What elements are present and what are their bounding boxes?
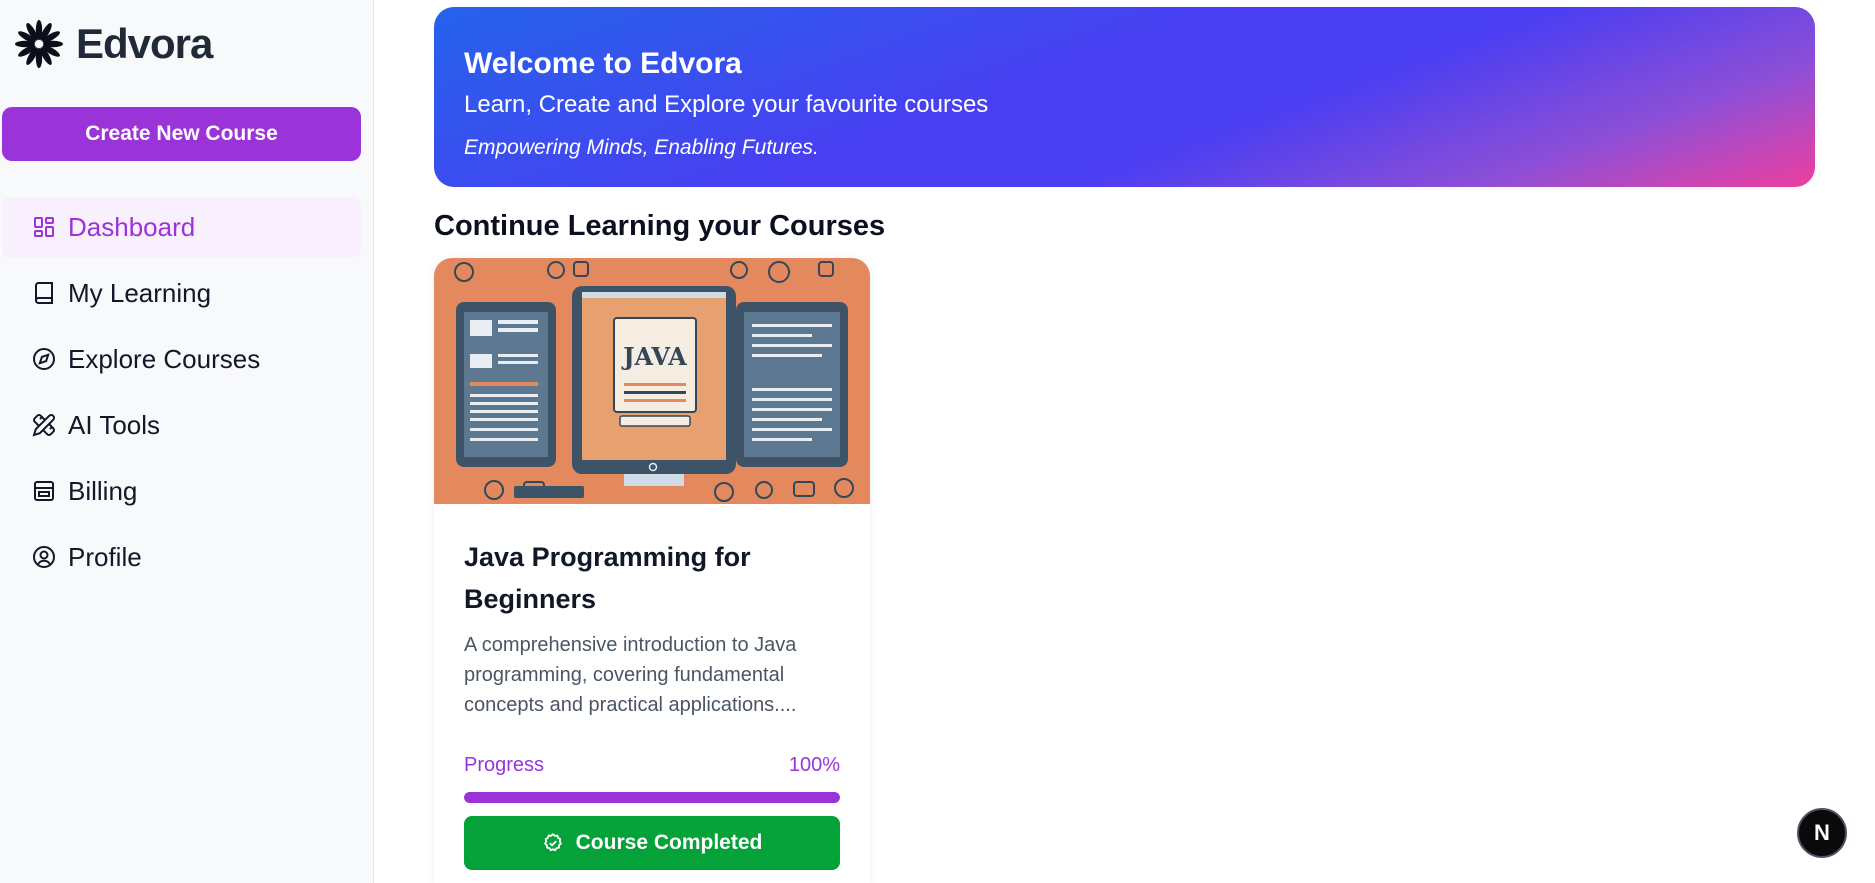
check-circle-icon [543,833,562,852]
wallet-icon [32,479,56,503]
pencil-ruler-icon [32,413,56,437]
sidebar: Edvora Create New Course Dashboard My Le… [0,0,374,883]
thumbnail-java-text: JAVA [621,342,687,371]
sunburst-logo-icon [15,20,63,68]
welcome-banner: Welcome to Edvora Learn, Create and Expl… [434,7,1815,187]
banner-title: Welcome to Edvora [464,47,742,80]
progress-label: Progress [464,754,545,776]
course-description: A comprehensive introduction to Java pro… [464,634,797,716]
sidebar-item-label: AI Tools [68,409,161,440]
sidebar-nav: Dashboard My Learning Explore Courses AI… [2,197,361,593]
create-new-course-button[interactable]: Create New Course [2,107,361,161]
course-card[interactable]: JAVA Java Programming for Beginners A co… [434,258,870,883]
sidebar-item-billing[interactable]: Billing [2,461,361,521]
book-icon [32,281,56,305]
sidebar-item-label: My Learning [68,277,212,308]
course-thumbnail[interactable]: JAVA [434,258,870,504]
dev-tools-badge[interactable]: N [1797,808,1847,858]
sidebar-item-label: Profile [68,541,142,572]
sidebar-item-profile[interactable]: Profile [2,527,361,587]
course-completed-label: Course Completed [575,831,763,854]
sidebar-item-label: Billing [68,475,138,506]
sidebar-item-explore-courses[interactable]: Explore Courses [2,329,361,389]
progress-bar-fill [464,792,840,803]
banner-tagline: Empowering Minds, Enabling Futures. [464,136,819,159]
course-completed-button[interactable]: Course Completed [464,816,840,870]
progress-row: Progress 100% [464,754,840,777]
compass-icon [32,347,56,371]
app-logo[interactable]: Edvora [14,18,213,70]
sidebar-item-my-learning[interactable]: My Learning [2,263,361,323]
user-circle-icon [32,545,56,569]
sidebar-item-label: Dashboard [68,211,196,242]
dashboard-icon [32,215,56,239]
sidebar-item-dashboard[interactable]: Dashboard [2,197,361,257]
progress-percent: 100% [788,754,840,776]
banner-subtitle: Learn, Create and Explore your favourite… [464,91,989,118]
progress-bar [464,792,840,803]
course-title[interactable]: Java Programming for Beginners [464,536,844,620]
section-title: Continue Learning your Courses [434,210,886,242]
sidebar-item-ai-tools[interactable]: AI Tools [2,395,361,455]
sidebar-item-label: Explore Courses [68,343,261,374]
app-name: Edvora [76,20,213,67]
